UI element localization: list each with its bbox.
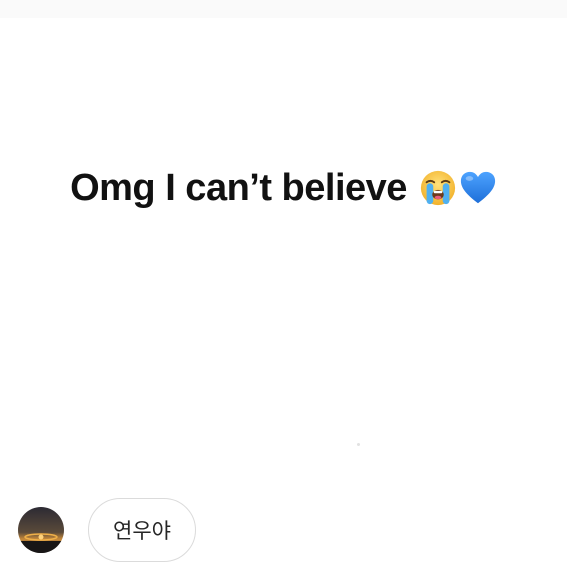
message-text: 연우야 [113, 519, 171, 543]
story-headline: Omg I can’t believe [0, 160, 567, 216]
emoji-group [419, 169, 497, 207]
top-bar [0, 0, 567, 18]
loudly-crying-face-icon [420, 170, 456, 206]
message-bubble[interactable]: 연우야 [88, 498, 196, 562]
chat-message-row: 연우야 [18, 494, 196, 566]
headline-text: Omg I can’t believe [70, 166, 407, 209]
chat-screen: Omg I can’t believe 연우야 [0, 0, 567, 568]
blue-heart-icon [460, 171, 496, 204]
avatar[interactable] [18, 507, 64, 553]
background-speck [357, 443, 360, 446]
avatar-sunset-photo [18, 507, 64, 553]
